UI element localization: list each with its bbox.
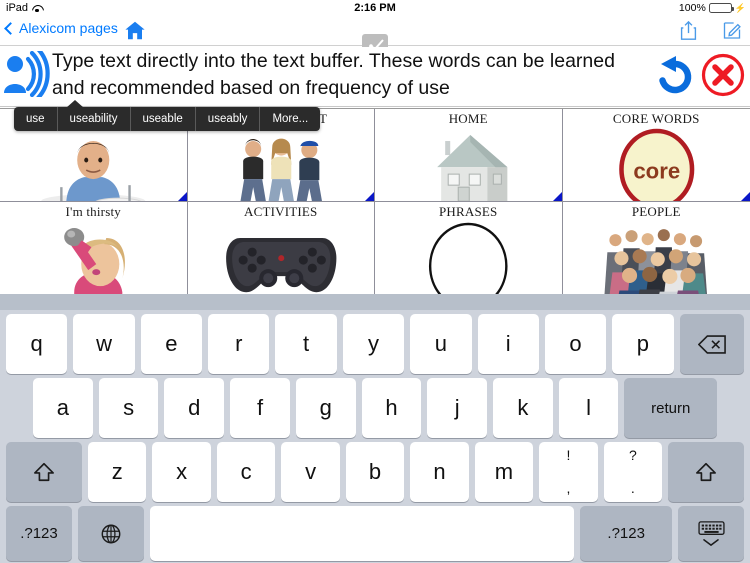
grid-cell[interactable]: ACTIVITIES — [187, 201, 375, 294]
grid-cell[interactable]: CORE WORDS core — [562, 109, 750, 202]
key-b[interactable]: b — [345, 442, 405, 502]
key-p[interactable]: p — [612, 314, 674, 374]
key-o[interactable]: o — [544, 314, 607, 374]
lightning-bolt-icon: ⚡ — [734, 2, 746, 13]
key-m[interactable]: m — [474, 442, 534, 502]
symbol-grid: ANGRY H — [0, 108, 750, 294]
house-illustration — [375, 127, 562, 201]
man-at-table-photo — [0, 127, 187, 201]
word-prediction-bar: use useability useable useably More... — [14, 100, 321, 131]
hide-keyboard-icon[interactable] — [678, 506, 745, 561]
prediction-item[interactable]: useable — [131, 107, 196, 131]
key-h[interactable]: h — [361, 378, 422, 438]
key-c[interactable]: c — [216, 442, 276, 502]
battery-icon — [708, 3, 734, 13]
key-w[interactable]: w — [73, 314, 135, 374]
key-q[interactable]: q — [6, 314, 68, 374]
grid-cell[interactable]: HOME — [375, 109, 563, 202]
navigation-bar: Alexicom pages — [0, 16, 750, 60]
key-v[interactable]: v — [281, 442, 340, 502]
instruction-banner: Type text directly into the text buffer.… — [0, 47, 750, 107]
key-comma-label: , — [566, 480, 571, 496]
game-controller-photo — [187, 219, 375, 294]
shift-icon[interactable] — [6, 442, 82, 502]
status-bar-time: 2:16 PM — [354, 2, 396, 14]
keyboard-row-3: z x c v b n m ! , ? . — [0, 442, 750, 502]
key-period-label: . — [630, 480, 635, 496]
space-key[interactable] — [149, 506, 575, 561]
key-l[interactable]: l — [558, 378, 619, 438]
speaker-person-icon[interactable] — [2, 51, 50, 97]
keyboard-row-1: q w e r t y u i o p — [0, 314, 750, 374]
key-z[interactable]: z — [87, 442, 147, 502]
close-button[interactable] — [700, 52, 746, 98]
grid-cell-label: PHRASES — [439, 203, 498, 219]
key-y[interactable]: y — [342, 314, 405, 374]
woman-drinking-photo — [0, 219, 187, 294]
grid-cell-label: HOME — [448, 111, 488, 126]
grid-cell[interactable]: PEOPLE — [562, 201, 750, 294]
prediction-item[interactable]: useability — [58, 107, 131, 131]
home-button[interactable] — [124, 20, 146, 41]
key-f[interactable]: f — [230, 378, 290, 438]
grid-cell-label: PEOPLE — [631, 203, 681, 219]
key-n[interactable]: n — [410, 442, 469, 502]
grid-cell-label: ACTIVITIES — [244, 203, 318, 219]
key-k[interactable]: k — [493, 378, 553, 438]
corner-indicator — [177, 191, 187, 201]
ipad-screen: iPad 2:16 PM 100% ⚡ Alexicom pages Type … — [0, 0, 750, 563]
grid-cell[interactable]: PHRASES — [375, 201, 563, 294]
onscreen-keyboard: q w e r t y u i o p a s d f g h j k l re… — [0, 294, 750, 563]
prediction-item[interactable]: use — [14, 107, 58, 131]
numeric-key-left[interactable]: .?123 — [6, 506, 72, 561]
corner-indicator — [741, 191, 750, 201]
key-question-period[interactable]: ? . — [603, 442, 663, 502]
battery-percent-label: 100% — [678, 2, 706, 14]
back-button-label: Alexicom pages — [19, 20, 118, 36]
undo-button[interactable] — [652, 52, 698, 98]
crowd-of-people-photo — [562, 219, 750, 294]
grid-cell[interactable]: I'm thirsty — [0, 201, 188, 294]
navigation-actions — [679, 20, 742, 41]
key-exclamation-comma[interactable]: ! , — [539, 442, 598, 502]
backspace-icon[interactable] — [679, 314, 745, 374]
key-s[interactable]: s — [98, 378, 159, 438]
status-bar-right: 100% ⚡ — [679, 2, 746, 14]
key-exclamation-label: ! — [566, 447, 571, 463]
grid-cell-label: I'm thirsty — [65, 203, 121, 219]
prediction-more-button[interactable]: More... — [260, 107, 320, 131]
status-bar: iPad 2:16 PM 100% ⚡ — [0, 0, 750, 16]
keyboard-row-4: .?123 .?123 — [0, 506, 750, 561]
corner-indicator — [365, 191, 374, 201]
back-button[interactable]: Alexicom pages — [4, 20, 118, 36]
key-e[interactable]: e — [140, 314, 203, 374]
speech-oval-outline — [375, 219, 562, 294]
key-t[interactable]: t — [275, 314, 337, 374]
keyboard-top-bar — [0, 294, 750, 310]
key-i[interactable]: i — [477, 314, 539, 374]
core-oval-symbol: core — [562, 127, 750, 201]
key-r[interactable]: r — [208, 314, 270, 374]
return-key[interactable]: return — [624, 378, 718, 438]
prediction-item[interactable]: useably — [196, 107, 261, 131]
key-d[interactable]: d — [164, 378, 225, 438]
three-teens-photo — [187, 127, 375, 201]
key-x[interactable]: x — [152, 442, 211, 502]
key-g[interactable]: g — [295, 378, 356, 438]
numeric-key-right[interactable]: .?123 — [580, 506, 673, 561]
keyboard-row-2: a s d f g h j k l return — [0, 378, 750, 438]
corner-indicator — [552, 191, 562, 201]
shift-icon[interactable] — [668, 442, 745, 502]
instruction-text: Type text directly into the text buffer.… — [52, 50, 615, 99]
grid-cell-label: CORE WORDS — [612, 111, 700, 126]
globe-icon[interactable] — [77, 506, 144, 561]
chevron-left-icon — [4, 21, 17, 35]
compose-button[interactable] — [722, 20, 742, 41]
share-button[interactable] — [679, 20, 698, 41]
key-question-label: ? — [628, 447, 637, 463]
key-u[interactable]: u — [410, 314, 472, 374]
key-j[interactable]: j — [427, 378, 488, 438]
core-word-text: core — [633, 158, 680, 183]
key-a[interactable]: a — [33, 378, 93, 438]
